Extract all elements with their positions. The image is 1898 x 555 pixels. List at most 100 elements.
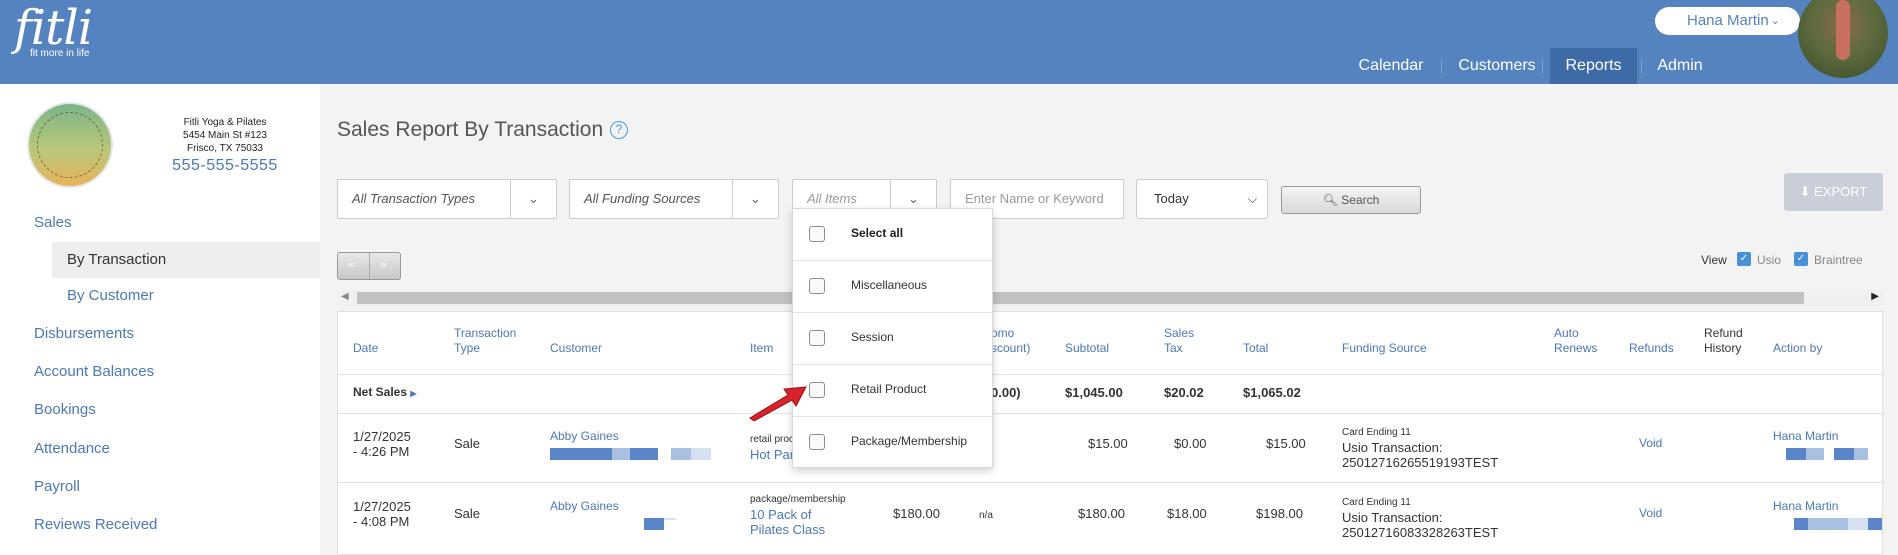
row1-void-link[interactable]: Void	[1639, 436, 1662, 451]
col-action-by[interactable]: Action by	[1773, 341, 1822, 355]
funding-sources-value: All Funding Sources	[584, 191, 701, 206]
col-transaction-type-2[interactable]: Type	[454, 341, 480, 355]
nav-calendar[interactable]: Calendar	[1350, 48, 1432, 84]
nav-reports[interactable]: Reports	[1550, 48, 1637, 84]
net-sales-tax: $20.02	[1164, 385, 1204, 400]
scrollbar-thumb[interactable]	[357, 292, 1804, 304]
studio-logo	[27, 102, 113, 188]
col-customer[interactable]: Customer	[550, 341, 602, 355]
dropdown-option-select-all[interactable]: Select all	[793, 209, 992, 261]
row1-customer-link[interactable]: Abby Gaines	[550, 429, 619, 444]
transaction-types-filter[interactable]: All Transaction Types ⌄	[337, 179, 557, 219]
row2-void-link[interactable]: Void	[1639, 506, 1662, 521]
nav-separator	[1641, 59, 1642, 73]
col-total[interactable]: Total	[1243, 341, 1268, 355]
row2-item-link-line1[interactable]: 10 Pack of	[750, 507, 811, 522]
braintree-checkbox[interactable]: ✓	[1794, 252, 1808, 266]
usio-checkbox[interactable]: ✓	[1737, 252, 1751, 266]
col-funding-source[interactable]: Funding Source	[1342, 341, 1427, 355]
sidebar-item-by-customer[interactable]: By Customer	[67, 287, 154, 304]
col-sales-tax-2[interactable]: Tax	[1164, 341, 1183, 355]
sidebar-item-attendance[interactable]: Attendance	[34, 440, 110, 457]
session-checkbox[interactable]	[809, 330, 825, 346]
search-icon: 🔍︎	[1322, 193, 1338, 207]
fitli-logo[interactable]: fitli fit more in life	[14, 0, 93, 59]
row1-subtotal: $15.00	[1088, 436, 1128, 451]
redacted-bar	[1848, 518, 1868, 530]
sidebar-item-reviews-received[interactable]: Reviews Received	[34, 516, 157, 533]
col-date[interactable]: Date	[353, 341, 378, 355]
sidebar-item-sales[interactable]: Sales	[34, 214, 72, 231]
export-button-label: EXPORT	[1814, 184, 1868, 199]
redacted-bar	[1868, 518, 1882, 530]
col-refunds[interactable]: Refunds	[1629, 341, 1674, 355]
row2-subtotal: $180.00	[1078, 506, 1125, 521]
export-button[interactable]: ⬇ EXPORT	[1784, 173, 1883, 211]
horizontal-scrollbar[interactable]: ◀ ▶	[337, 290, 1883, 306]
sidebar-item-disbursements[interactable]: Disbursements	[34, 325, 134, 342]
row1-item-category: retail proc	[750, 434, 794, 445]
row2-tax: $18.00	[1167, 506, 1207, 521]
scroll-right-icon[interactable]: ▶	[1871, 291, 1879, 302]
studio-phone[interactable]: 555-555-5555	[140, 158, 310, 174]
row2-action-by-link[interactable]: Hana Martin	[1773, 499, 1838, 514]
logo-wordmark: fitli	[14, 0, 93, 56]
redacted-bar	[691, 448, 711, 460]
sidebar-item-account-balances[interactable]: Account Balances	[34, 363, 154, 380]
sidebar-item-bookings[interactable]: Bookings	[34, 401, 96, 418]
row2-promo: n/a	[979, 510, 993, 521]
pager-prev-button[interactable]: «	[348, 259, 354, 271]
retail-product-label: Retail Product	[851, 382, 927, 396]
redacted-bar	[671, 448, 691, 460]
date-range-value: Today	[1154, 191, 1189, 206]
dropdown-option-miscellaneous[interactable]: Miscellaneous	[793, 261, 992, 313]
page-title-text: Sales Report By Transaction	[337, 118, 604, 141]
date-range-select[interactable]: Today ⌵	[1136, 179, 1268, 219]
page-title: Sales Report By Transaction ?	[337, 118, 628, 142]
redacted-bar	[1806, 448, 1824, 460]
row1-card: Card Ending 11	[1342, 427, 1411, 438]
row1-action-by-link[interactable]: Hana Martin	[1773, 429, 1838, 444]
row2-customer-link[interactable]: Abby Gaines	[550, 499, 619, 514]
net-sales-subtotal: $1,045.00	[1065, 385, 1123, 400]
col-auto-renews-2[interactable]: Renews	[1554, 341, 1597, 355]
dropdown-option-session[interactable]: Session	[793, 313, 992, 365]
package-membership-checkbox[interactable]	[809, 434, 825, 450]
net-sales-total: $1,065.02	[1243, 385, 1301, 400]
help-icon[interactable]: ?	[609, 121, 628, 139]
retail-product-checkbox[interactable]	[809, 382, 825, 398]
redacted-bar	[630, 448, 658, 460]
col-sales-tax-1[interactable]: Sales	[1164, 326, 1194, 340]
col-subtotal[interactable]: Subtotal	[1065, 341, 1109, 355]
col-transaction-type-1[interactable]: Transaction	[454, 326, 516, 340]
row2-item-link-line2[interactable]: Pilates Class	[750, 522, 825, 537]
funding-sources-filter[interactable]: All Funding Sources ⌄	[569, 179, 779, 219]
session-label: Session	[851, 330, 894, 344]
redacted-bar	[664, 518, 676, 520]
row1-item-link[interactable]: Hot Pan	[750, 447, 797, 462]
search-button-label: Search	[1341, 193, 1380, 207]
chevron-down-icon: ⌄	[732, 180, 778, 218]
sidebar-item-by-transaction[interactable]: By Transaction	[67, 251, 166, 268]
col-promo-2[interactable]: scount)	[991, 341, 1030, 355]
redacted-bar	[612, 448, 630, 460]
user-menu-button[interactable]: Hana Martin ⌄	[1655, 7, 1800, 35]
row-divider	[338, 413, 1884, 414]
row2-transaction-id: 25012716083328263TEST	[1342, 525, 1499, 540]
miscellaneous-checkbox[interactable]	[809, 278, 825, 294]
scroll-left-icon[interactable]: ◀	[341, 291, 349, 302]
chevron-down-icon: ⌄	[1770, 15, 1780, 27]
col-item[interactable]: Item	[750, 341, 773, 355]
col-auto-renews-1[interactable]: Auto	[1554, 326, 1579, 340]
select-all-checkbox[interactable]	[809, 226, 825, 242]
nav-customers[interactable]: Customers	[1450, 48, 1544, 84]
search-button[interactable]: 🔍︎ Search	[1281, 186, 1421, 214]
net-sales-label[interactable]: Net Sales ▶	[353, 385, 417, 401]
pager-next-button[interactable]: »	[380, 259, 386, 271]
sidebar-item-payroll[interactable]: Payroll	[34, 478, 80, 495]
col-promo-1[interactable]: omo	[991, 326, 1014, 340]
nav-admin[interactable]: Admin	[1649, 48, 1711, 84]
select-all-label: Select all	[851, 226, 904, 240]
dropdown-option-package-membership[interactable]: Package/Membership	[793, 417, 992, 469]
dropdown-option-retail-product[interactable]: Retail Product	[793, 365, 992, 417]
